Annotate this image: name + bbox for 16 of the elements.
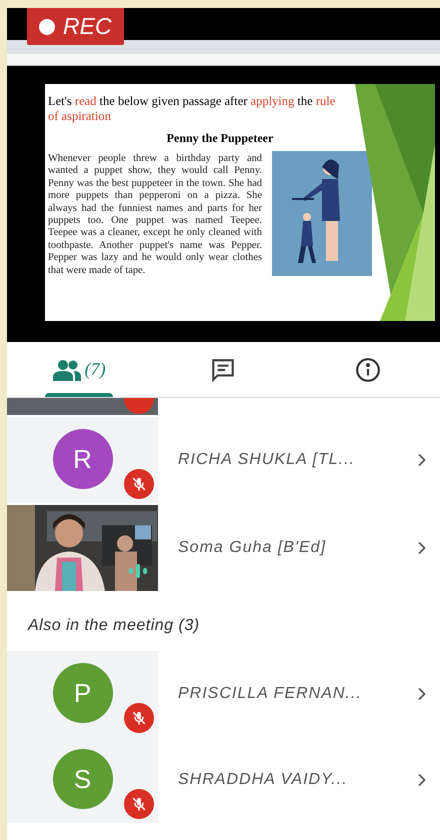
avatar: S	[52, 749, 112, 809]
participant-name: SHRADDHA VAIDY...	[178, 770, 349, 790]
participant-name: PRISCILLA FERNAN...	[178, 684, 363, 704]
participant-name: RICHA SHUKLA [TL...	[178, 450, 356, 470]
recording-label: REC	[63, 12, 112, 42]
section-header: Also in the meeting (3)	[28, 616, 200, 636]
info-icon	[354, 356, 381, 382]
people-tab[interactable]: (7)	[7, 342, 152, 397]
avatar: P	[52, 663, 112, 723]
chat-icon	[210, 356, 236, 382]
avatar: R	[52, 429, 112, 489]
passage-text: Whenever people threw a birthday party and wanted a puppet show, they would call Penny. Penny was the best puppeteer in the town. She had more puppets than pepperoni on a pizza. She always had the funniest names and parts for her puppets too. One puppet was named Teepee. Teepee was a cleaner, except he only cleaned with toothpaste. Another puppet's name was Pepper. Pepper was lazy and he would only wear clothes that were made of tape.	[48, 153, 262, 278]
participant-name: Soma Guha [B'Ed]	[178, 538, 328, 558]
slide-heading: Let's read the below given passage after applying the rule of aspiration	[48, 94, 336, 124]
slide-title: Penny the Puppeteer	[166, 130, 274, 147]
people-icon	[52, 358, 81, 380]
